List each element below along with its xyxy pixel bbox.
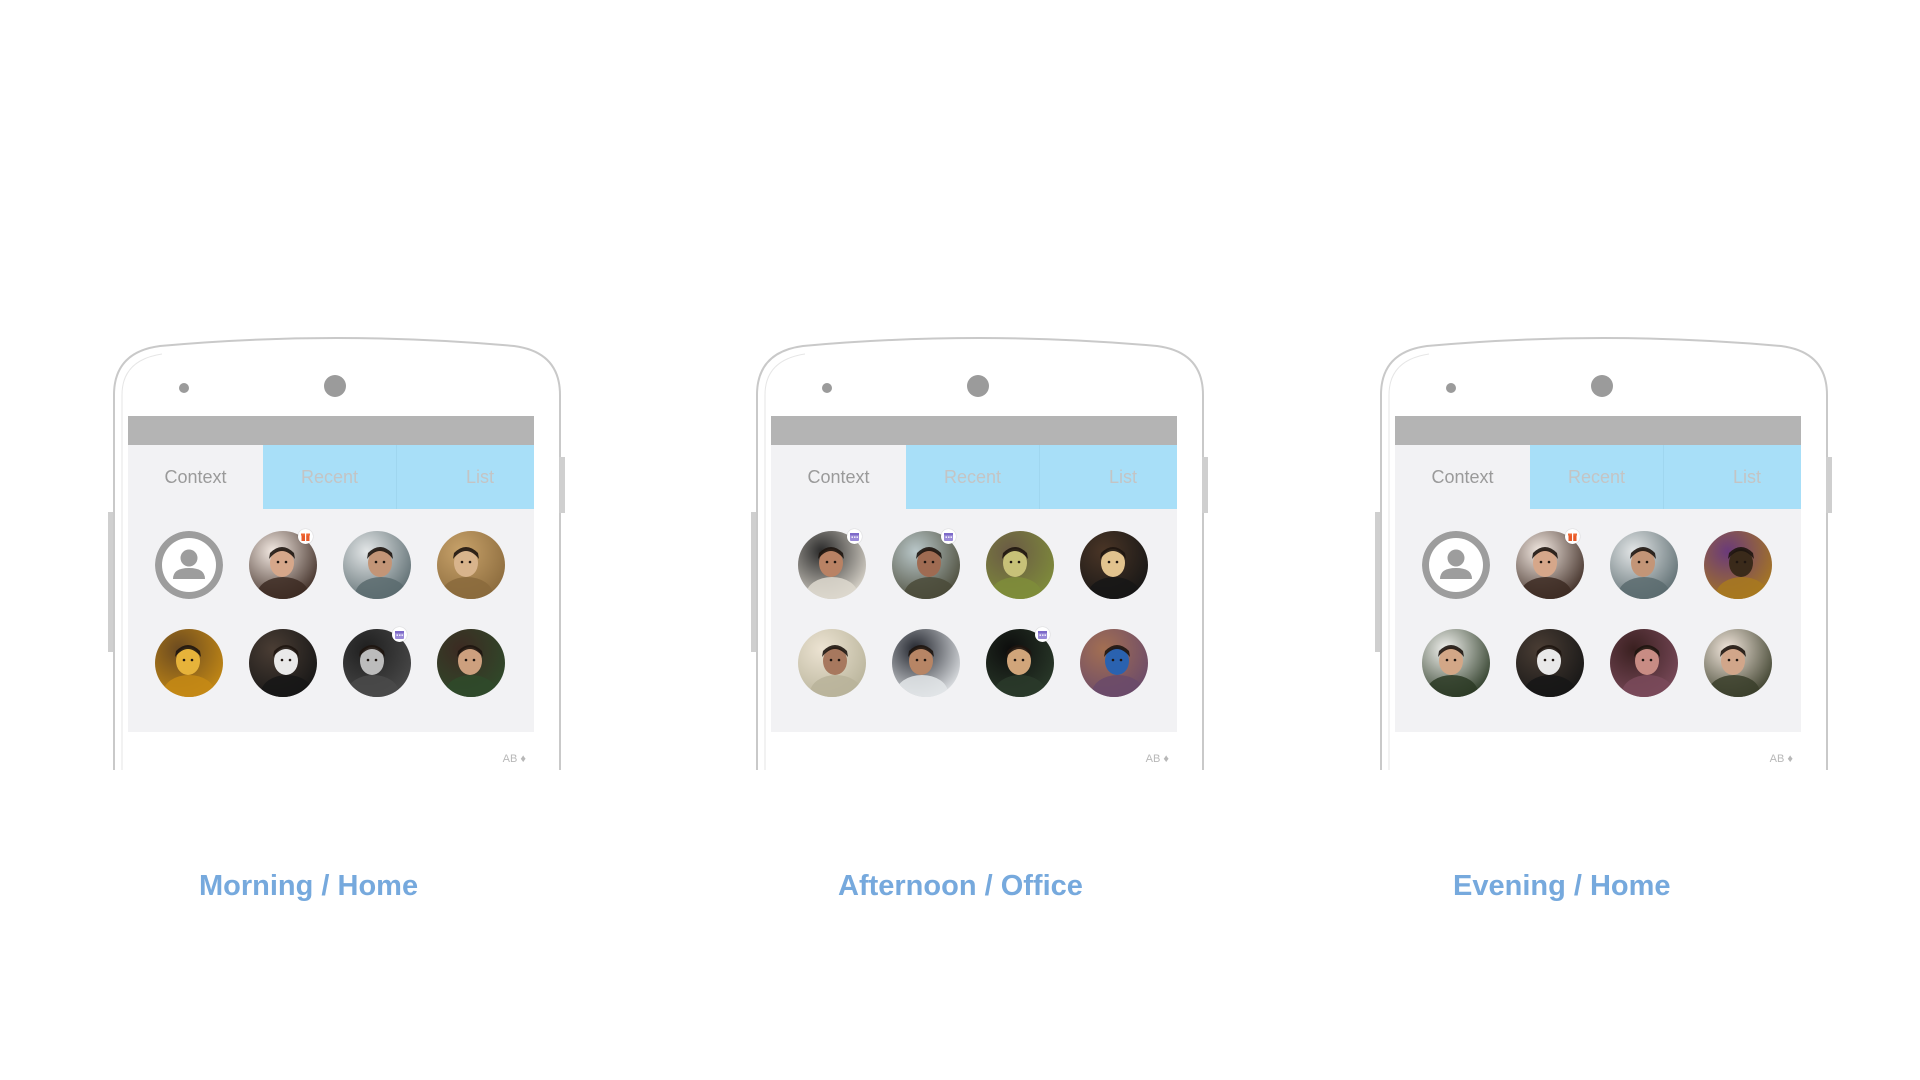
contact-avatar[interactable] bbox=[437, 629, 505, 697]
keyboard-bar: AB ♦ bbox=[128, 732, 534, 762]
contact-avatar[interactable] bbox=[892, 629, 960, 697]
storyboard: Context Recent List AB ♦ Morning / Home bbox=[0, 0, 1920, 1080]
contact-grid bbox=[155, 529, 515, 701]
contact-avatar[interactable] bbox=[1516, 629, 1584, 697]
contact-avatar[interactable] bbox=[1080, 531, 1148, 599]
contact-avatar[interactable] bbox=[1704, 531, 1772, 599]
contact-avatar[interactable] bbox=[1422, 629, 1490, 697]
keyboard-label: AB ♦ bbox=[502, 753, 526, 762]
gift-icon bbox=[1565, 529, 1580, 544]
person-icon bbox=[155, 531, 223, 599]
person-icon bbox=[1422, 531, 1490, 599]
contact-photo bbox=[1080, 531, 1148, 599]
tab-list-label: List bbox=[1732, 467, 1761, 487]
contact-photo bbox=[986, 531, 1054, 599]
tab-list[interactable]: List bbox=[1040, 445, 1177, 509]
tab-context[interactable]: Context bbox=[128, 445, 263, 509]
calendar-icon bbox=[847, 529, 862, 544]
contact-avatar[interactable] bbox=[986, 531, 1054, 599]
contact-avatar[interactable] bbox=[892, 529, 960, 599]
contact-photo bbox=[155, 629, 223, 697]
contact-photo bbox=[892, 629, 960, 697]
phone-screen: Context Recent List AB ♦ bbox=[771, 416, 1177, 762]
keyboard-label: AB ♦ bbox=[1769, 753, 1793, 762]
tab-list-label: List bbox=[465, 467, 494, 487]
contact-avatar[interactable] bbox=[249, 629, 317, 697]
panel-afternoon-office: Context Recent List AB ♦ Afternoon / Off… bbox=[751, 0, 1208, 1080]
contact-avatar[interactable] bbox=[1704, 629, 1772, 697]
panel-caption: Evening / Home bbox=[1453, 870, 1671, 902]
contact-photo bbox=[437, 531, 505, 599]
contact-avatar[interactable] bbox=[1080, 629, 1148, 697]
panel-caption: Afternoon / Office bbox=[838, 870, 1083, 902]
contact-photo bbox=[249, 629, 317, 697]
contact-grid bbox=[798, 529, 1158, 701]
tab-recent[interactable]: Recent bbox=[906, 445, 1040, 509]
tab-list[interactable]: List bbox=[1664, 445, 1801, 509]
tab-bar: Context Recent List bbox=[771, 445, 1177, 509]
contact-photo bbox=[1422, 629, 1490, 697]
gift-icon bbox=[298, 529, 313, 544]
phone-screen: Context Recent List AB ♦ bbox=[128, 416, 534, 762]
calendar-icon bbox=[941, 529, 956, 544]
contact-photo bbox=[1704, 629, 1772, 697]
keyboard-label: AB ♦ bbox=[1145, 753, 1169, 762]
phone-mockup: Context Recent List AB ♦ bbox=[751, 0, 1208, 770]
tab-list-label: List bbox=[1108, 467, 1137, 487]
contact-avatar[interactable] bbox=[1610, 629, 1678, 697]
contact-avatar[interactable] bbox=[343, 627, 411, 697]
tab-bar: Context Recent List bbox=[1395, 445, 1801, 509]
contact-avatar[interactable] bbox=[1516, 529, 1584, 599]
panel-caption: Morning / Home bbox=[199, 870, 419, 902]
contact-avatar[interactable] bbox=[798, 529, 866, 599]
contact-avatar[interactable] bbox=[798, 629, 866, 697]
contact-avatar[interactable] bbox=[249, 529, 317, 599]
panel-evening-home: Context Recent List AB ♦ Evening / Home bbox=[1375, 0, 1832, 1080]
contact-photo bbox=[1080, 629, 1148, 697]
contact-avatar[interactable] bbox=[1422, 531, 1490, 599]
panel-morning-home: Context Recent List AB ♦ Morning / Home bbox=[108, 0, 565, 1080]
contact-photo bbox=[343, 531, 411, 599]
tab-bar: Context Recent List bbox=[128, 445, 534, 509]
calendar-icon bbox=[392, 627, 407, 642]
status-bar bbox=[771, 416, 1177, 445]
contact-photo bbox=[798, 629, 866, 697]
tab-context[interactable]: Context bbox=[1395, 445, 1530, 509]
contact-avatar[interactable] bbox=[343, 531, 411, 599]
contact-photo bbox=[1704, 531, 1772, 599]
contact-grid bbox=[1422, 529, 1782, 701]
contact-photo bbox=[1516, 629, 1584, 697]
contact-avatar[interactable] bbox=[437, 531, 505, 599]
tab-recent[interactable]: Recent bbox=[1530, 445, 1664, 509]
keyboard-bar: AB ♦ bbox=[1395, 732, 1801, 762]
contact-photo bbox=[437, 629, 505, 697]
contact-avatar[interactable] bbox=[155, 629, 223, 697]
keyboard-bar: AB ♦ bbox=[771, 732, 1177, 762]
phone-screen: Context Recent List AB ♦ bbox=[1395, 416, 1801, 762]
contact-avatar[interactable] bbox=[986, 627, 1054, 697]
tab-recent[interactable]: Recent bbox=[263, 445, 397, 509]
phone-mockup: Context Recent List AB ♦ bbox=[1375, 0, 1832, 770]
status-bar bbox=[128, 416, 534, 445]
phone-mockup: Context Recent List AB ♦ bbox=[108, 0, 565, 770]
contact-photo bbox=[1610, 531, 1678, 599]
contact-avatar[interactable] bbox=[1610, 531, 1678, 599]
contact-photo bbox=[1610, 629, 1678, 697]
contact-avatar[interactable] bbox=[155, 531, 223, 599]
status-bar bbox=[1395, 416, 1801, 445]
calendar-icon bbox=[1035, 627, 1050, 642]
tab-context[interactable]: Context bbox=[771, 445, 906, 509]
tab-list[interactable]: List bbox=[397, 445, 534, 509]
